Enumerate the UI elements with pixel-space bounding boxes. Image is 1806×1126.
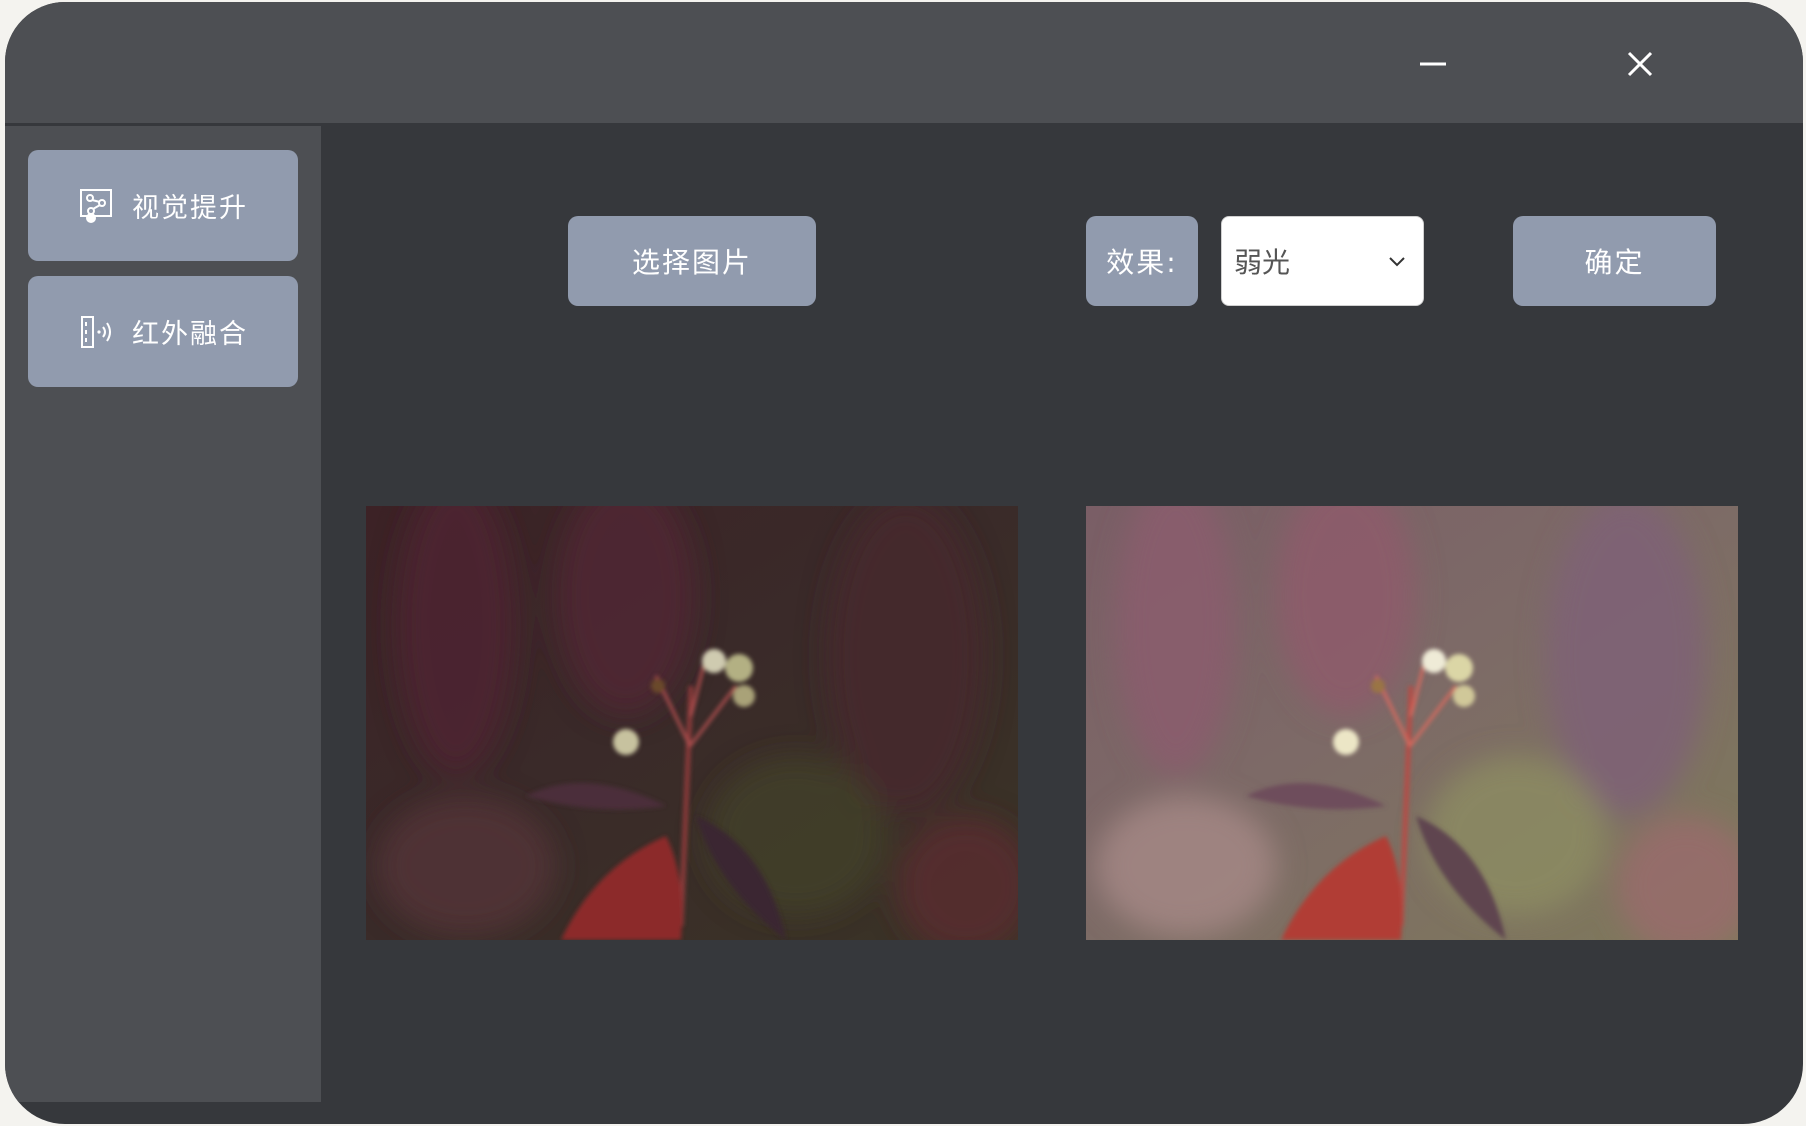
effect-label: 效果:	[1086, 216, 1198, 306]
minimize-button[interactable]	[1401, 32, 1465, 96]
sidebar-item-label: 红外融合	[132, 319, 248, 350]
effect-select[interactable]: 弱光	[1221, 216, 1424, 306]
close-icon	[1627, 51, 1653, 77]
sidebar-item-visual-enhance[interactable]: 视觉提升	[28, 150, 298, 261]
close-button[interactable]	[1608, 32, 1672, 96]
effect-select-value: 弱光	[1234, 246, 1291, 279]
sidebar-item-infrared-fusion[interactable]: 红外融合	[28, 276, 298, 387]
image-enhance-icon	[78, 187, 116, 225]
photo-original-svg	[366, 506, 1018, 940]
sidebar: 视觉提升 红外融合	[5, 126, 321, 1102]
photo-result-svg	[1086, 506, 1738, 940]
confirm-button[interactable]: 确定	[1513, 216, 1716, 306]
title-bar[interactable]	[5, 2, 1803, 123]
result-image	[1086, 506, 1738, 940]
chevron-down-icon	[1385, 249, 1409, 273]
minimize-icon	[1420, 62, 1446, 66]
app-window: 视觉提升 红外融合 选择图片 效果: 弱光 确定	[5, 2, 1803, 1124]
original-image	[366, 506, 1018, 940]
infrared-signal-icon	[78, 313, 116, 351]
select-image-button[interactable]: 选择图片	[568, 216, 816, 306]
sidebar-item-label: 视觉提升	[132, 193, 248, 224]
